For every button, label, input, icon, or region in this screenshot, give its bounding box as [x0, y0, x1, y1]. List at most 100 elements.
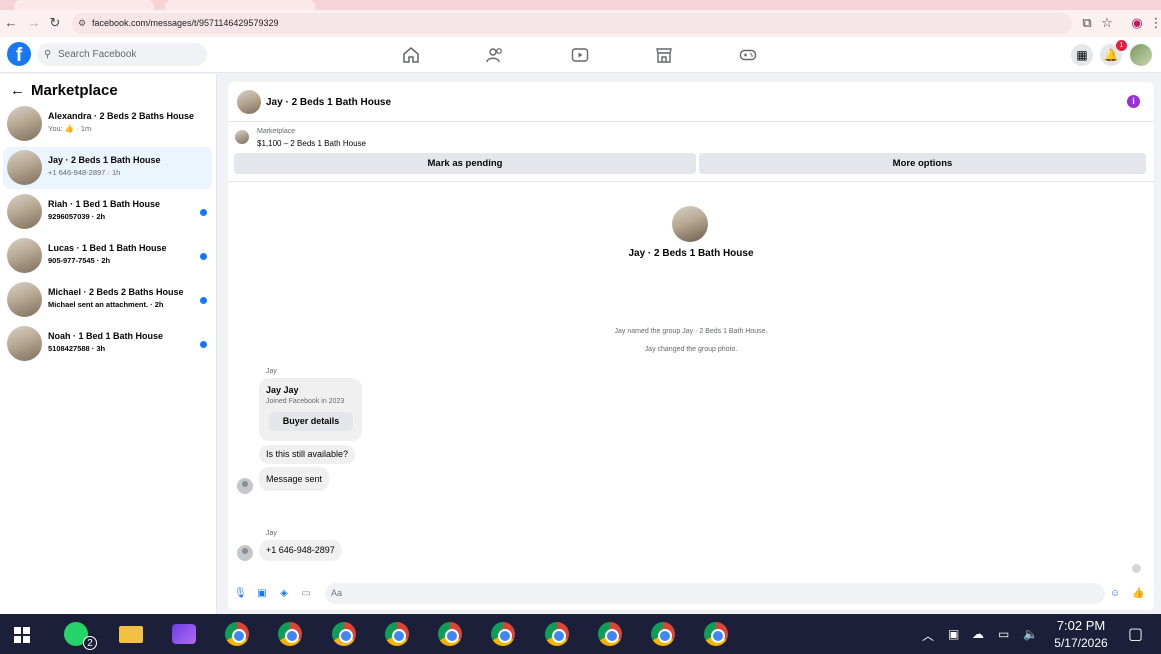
sidebar-title: Marketplace	[31, 82, 118, 99]
network-icon[interactable]: ▭	[998, 627, 1009, 641]
profile-icon[interactable]: ◉	[1129, 15, 1145, 31]
chrome-icon[interactable]	[704, 622, 728, 646]
sender-name: Jay	[266, 530, 277, 537]
sidebar-header: ← Marketplace	[10, 82, 118, 99]
marketplace-sidebar: ← Marketplace Alexandra · 2 Beds 2 Baths …	[0, 74, 217, 614]
divider	[228, 181, 1154, 182]
buyer-joined: Joined Facebook in 2023	[266, 398, 345, 405]
chat-avatar[interactable]	[237, 90, 261, 114]
message-input[interactable]	[325, 583, 1105, 604]
windows-start-icon[interactable]	[14, 627, 30, 643]
facebook-logo-icon[interactable]: f	[7, 42, 31, 66]
listing-summary[interactable]: Marketplace $1,100 – 2 Beds 1 Bath House	[228, 123, 1154, 153]
browser-menu-icon[interactable]: ⋮	[1148, 15, 1161, 31]
browser-tab[interactable]	[165, 0, 315, 10]
group-name: Jay · 2 Beds 1 Bath House	[628, 248, 754, 259]
install-app-icon[interactable]: ⧉	[1079, 15, 1095, 31]
chat-panel: Jay · 2 Beds 1 Bath House i Marketplace …	[228, 82, 1154, 610]
search-icon: ⚲	[44, 49, 52, 60]
unread-dot	[200, 341, 207, 348]
chrome-icon[interactable]	[225, 622, 249, 646]
mark-as-pending-button[interactable]: Mark as pending	[234, 153, 696, 174]
emoji-icon[interactable]: ☺	[1109, 588, 1121, 600]
chrome-icon[interactable]	[278, 622, 302, 646]
menu-grid-icon[interactable]: ▦	[1071, 44, 1093, 66]
back-arrow-icon[interactable]: ←	[3, 15, 19, 31]
volume-icon[interactable]: 🔈	[1023, 627, 1038, 641]
forward-arrow-icon[interactable]: →	[26, 15, 42, 31]
conversation-item[interactable]: Lucas · 1 Bed 1 Bath House 905-977-7545 …	[3, 235, 212, 277]
group-avatar	[672, 206, 708, 242]
search-input[interactable]: ⚲ Search Facebook	[37, 43, 207, 66]
marketplace-icon[interactable]	[655, 46, 673, 64]
conversation-item[interactable]: Noah · 1 Bed 1 Bath House 5108427588 · 3…	[3, 323, 212, 365]
chrome-icon[interactable]	[598, 622, 622, 646]
meet-now-icon[interactable]: ▣	[948, 627, 959, 641]
windows-taskbar: 2 ︿ ▣ ☁ ▭ 🔈 7:02 PM 5/17/2026 ▢	[0, 614, 1161, 654]
more-options-button[interactable]: More options	[699, 153, 1146, 174]
message-bubble[interactable]: Is this still available?	[259, 445, 356, 464]
reload-icon[interactable]: ↻	[47, 15, 63, 31]
account-avatar[interactable]	[1130, 44, 1152, 66]
chrome-icon[interactable]	[438, 622, 462, 646]
unread-dot	[200, 297, 207, 304]
unread-dot	[200, 209, 207, 216]
system-clock[interactable]: 7:02 PM 5/17/2026	[1050, 618, 1112, 650]
message-bubble[interactable]: +1 646-948-2897	[259, 540, 342, 561]
clock-date: 5/17/2026	[1054, 636, 1108, 650]
chrome-icon[interactable]	[651, 622, 675, 646]
listing-thumbnail	[235, 130, 249, 144]
back-arrow-icon[interactable]: ←	[10, 82, 26, 99]
chrome-icon[interactable]	[491, 622, 515, 646]
conversation-item[interactable]: Alexandra · 2 Beds 2 Baths House You: 👍 …	[3, 103, 212, 145]
file-explorer-icon[interactable]	[119, 626, 143, 643]
video-icon[interactable]	[571, 46, 589, 64]
gif-icon[interactable]: ▭	[300, 588, 312, 600]
chrome-icon[interactable]	[332, 622, 356, 646]
chat-title[interactable]: Jay · 2 Beds 1 Bath House	[266, 97, 391, 108]
system-message: Jay changed the group photo.	[644, 346, 738, 353]
listing-thumbnail	[7, 326, 42, 361]
conversation-name: Riah · 1 Bed 1 Bath House	[48, 199, 161, 209]
notification-center-icon[interactable]: ▢	[1128, 624, 1143, 644]
thumbs-up-icon[interactable]: 👍	[1132, 588, 1144, 600]
conversation-item[interactable]: Riah · 1 Bed 1 Bath House 9296057039 · 2…	[3, 191, 212, 233]
gaming-icon[interactable]	[739, 46, 757, 64]
bookmark-star-icon[interactable]: ☆	[1099, 15, 1115, 31]
facebook-header: f ⚲ Search Facebook ▦ 🔔 1	[0, 37, 1161, 73]
friends-icon[interactable]	[486, 46, 504, 64]
app-icon[interactable]	[172, 624, 196, 644]
whatsapp-badge: 2	[83, 636, 97, 650]
listing-label: Marketplace	[257, 128, 296, 135]
conversation-snippet: +1 646-948-2897 · 1h	[48, 168, 121, 177]
sender-avatar	[237, 478, 253, 494]
conversation-name: Jay · 2 Beds 1 Bath House	[48, 155, 161, 165]
message-composer: 🎙 ▣ ◈ ▭ ☺ 👍	[228, 580, 1154, 610]
site-settings-icon[interactable]: ⚙	[78, 13, 86, 34]
conversation-snippet: 5108427588 · 3h	[48, 344, 106, 353]
conversation-item[interactable]: Michael · 2 Beds 2 Baths House Michael s…	[3, 279, 212, 321]
buyer-details-button[interactable]: Buyer details	[269, 412, 353, 431]
info-icon[interactable]: i	[1127, 95, 1140, 108]
buyer-profile-card: Jay Jay Joined Facebook in 2023 Buyer de…	[259, 378, 362, 441]
address-bar[interactable]: ⚙ facebook.com/messages/t/95711464295793…	[72, 13, 1072, 34]
browser-tab[interactable]	[14, 0, 154, 10]
listing-thumbnail	[7, 194, 42, 229]
home-icon[interactable]	[402, 46, 420, 64]
notification-badge: 1	[1116, 40, 1127, 51]
message-bubble[interactable]: Message sent	[259, 467, 330, 491]
conversation-name: Lucas · 1 Bed 1 Bath House	[48, 243, 167, 253]
chrome-icon[interactable]	[385, 622, 409, 646]
microphone-icon[interactable]: 🎙	[234, 588, 247, 600]
sticker-icon[interactable]: ◈	[278, 588, 290, 600]
unread-dot	[200, 253, 207, 260]
conversation-item-active[interactable]: Jay · 2 Beds 1 Bath House +1 646-948-289…	[3, 147, 212, 189]
conversation-name: Michael · 2 Beds 2 Baths House	[48, 287, 184, 297]
photo-icon[interactable]: ▣	[256, 588, 268, 600]
listing-thumbnail	[7, 106, 42, 141]
chrome-icon[interactable]	[545, 622, 569, 646]
onedrive-icon[interactable]: ☁	[972, 627, 984, 641]
conversation-name: Alexandra · 2 Beds 2 Baths House	[48, 111, 195, 121]
conversation-snippet: 905-977-7545 · 2h	[48, 256, 111, 265]
chevron-up-icon[interactable]: ︿	[922, 627, 934, 644]
